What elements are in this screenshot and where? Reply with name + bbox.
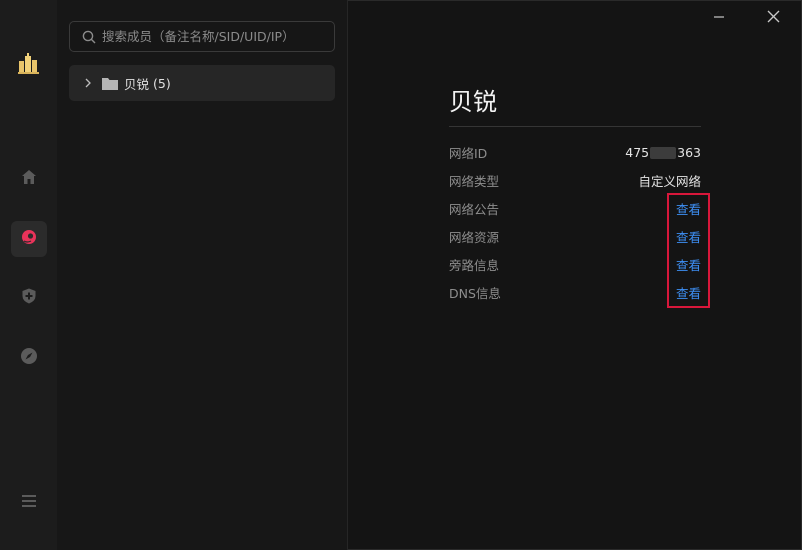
info-label: DNS信息 xyxy=(449,285,501,301)
info-label: 网络公告 xyxy=(449,201,500,217)
folder-icon xyxy=(102,77,118,90)
minimize-button[interactable] xyxy=(710,8,728,26)
close-button[interactable] xyxy=(764,8,782,26)
close-icon xyxy=(767,8,780,27)
app-logo-icon xyxy=(16,52,42,76)
info-label: 旁路信息 xyxy=(449,257,500,273)
main-content: 贝锐 网络ID 475 363 网络类型 自定义网络 网络公告 查看 网络资源 查… xyxy=(348,0,802,550)
info-row-dns: DNS信息 查看 xyxy=(449,282,701,302)
rail-discover-button[interactable] xyxy=(11,340,47,376)
shield-plus-icon xyxy=(20,287,38,309)
group-row[interactable]: 贝锐 (5) xyxy=(69,65,335,101)
rail-menu-button[interactable] xyxy=(11,485,47,521)
info-row-bypass: 旁路信息 查看 xyxy=(449,254,701,274)
info-row-network-id: 网络ID 475 363 xyxy=(449,142,701,162)
info-row-announcement: 网络公告 查看 xyxy=(449,198,701,218)
group-count: (5) xyxy=(153,75,171,91)
rail-network-button[interactable] xyxy=(11,221,47,257)
info-label: 网络资源 xyxy=(449,229,500,245)
group-name: 贝锐 xyxy=(124,76,150,92)
title-divider xyxy=(449,126,701,127)
highlight-box xyxy=(667,193,710,308)
network-logo-icon xyxy=(20,228,38,250)
search-icon xyxy=(82,30,96,44)
rail-security-button[interactable] xyxy=(11,280,47,316)
left-rail xyxy=(0,0,57,550)
rail-home-button[interactable] xyxy=(11,161,47,197)
search-box[interactable] xyxy=(69,21,335,52)
redacted-mask xyxy=(650,147,677,159)
member-panel: 贝锐 (5) xyxy=(57,0,348,550)
menu-icon xyxy=(21,493,37,513)
info-row-network-type: 网络类型 自定义网络 xyxy=(449,170,701,190)
network-title: 贝锐 xyxy=(449,88,497,116)
compass-icon xyxy=(20,347,38,369)
home-icon xyxy=(20,168,38,190)
network-type-value: 自定义网络 xyxy=(638,173,701,189)
chevron-right-icon[interactable] xyxy=(83,78,93,88)
minimize-icon xyxy=(713,8,725,27)
info-label: 网络ID xyxy=(449,145,488,161)
info-row-resources: 网络资源 查看 xyxy=(449,226,701,246)
info-label: 网络类型 xyxy=(449,173,500,189)
network-id-value: 475 363 xyxy=(625,144,701,160)
search-input[interactable] xyxy=(100,28,334,45)
